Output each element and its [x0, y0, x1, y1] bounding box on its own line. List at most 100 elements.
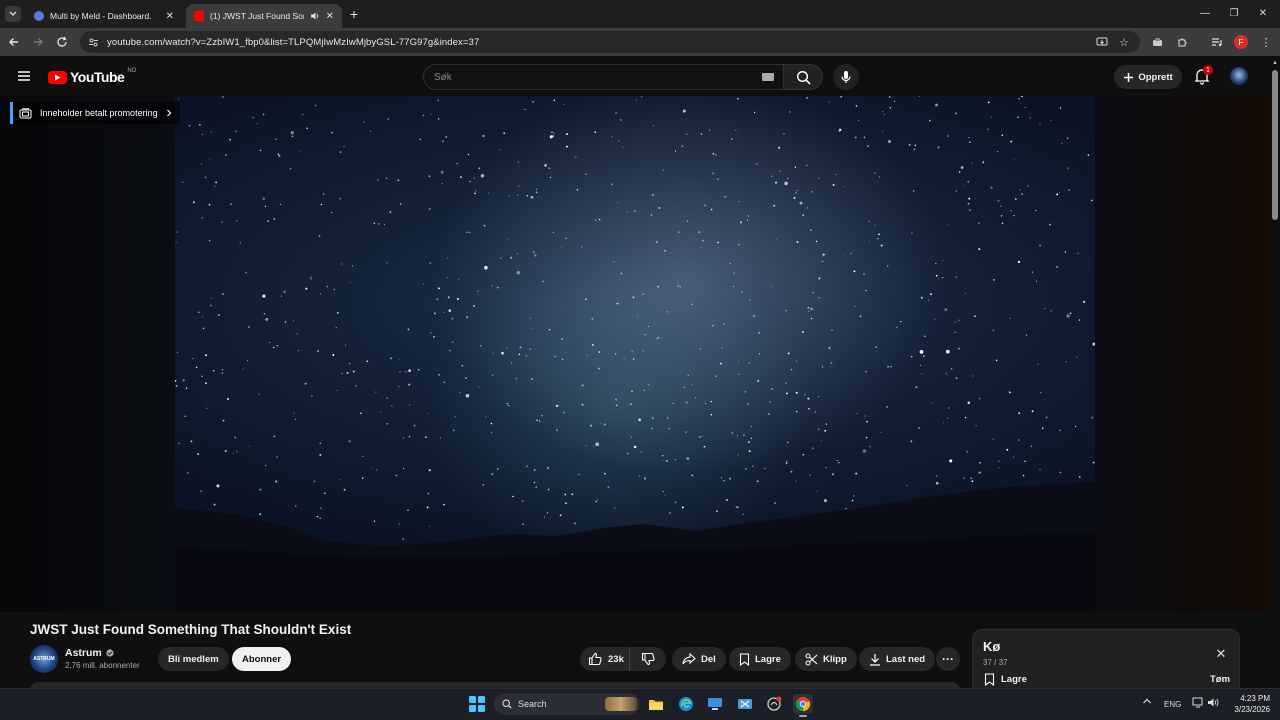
bookmark-star-icon[interactable]: ☆: [1116, 34, 1132, 50]
remote-desktop-icon[interactable]: [705, 694, 725, 714]
close-tab-icon[interactable]: ✕: [326, 11, 334, 22]
queue-save-button[interactable]: Lagre: [984, 673, 1027, 686]
logo-wordmark: YouTube: [70, 69, 125, 85]
queue-title: Kø: [983, 639, 1001, 654]
file-explorer-icon[interactable]: [646, 694, 666, 714]
channel-name[interactable]: Astrum: [65, 647, 114, 659]
create-button[interactable]: Opprett: [1114, 65, 1182, 89]
search-placeholder: Søk: [434, 71, 452, 83]
close-tab-icon[interactable]: ✕: [166, 11, 174, 22]
windows-taskbar: [0, 688, 1280, 720]
thumbs-up-icon: [588, 652, 602, 666]
share-button[interactable]: Del: [672, 647, 726, 671]
taskbar-search[interactable]: Search: [494, 693, 640, 715]
arrow-left-icon: [9, 38, 18, 46]
clip-label: Klipp: [823, 653, 847, 665]
download-button[interactable]: Last ned: [859, 647, 936, 671]
share-arrow-icon: [682, 653, 696, 665]
paid-promotion-icon: [19, 107, 32, 118]
subscribe-button[interactable]: Abonner: [232, 647, 292, 671]
reload-icon: [57, 36, 67, 47]
media-controls-icon[interactable]: [1209, 34, 1225, 50]
paid-promotion-notice[interactable]: Inneholder betalt promotering: [10, 102, 180, 124]
keyboard-language[interactable]: ENG: [1164, 700, 1181, 709]
search-highlight-image: [605, 697, 637, 711]
ambient-glow-right: [1095, 96, 1270, 612]
reload-button[interactable]: [54, 34, 70, 50]
like-count: 23k: [608, 653, 624, 665]
youtube-logo[interactable]: YouTube NO: [48, 68, 136, 85]
ambient-glow-left: [0, 96, 175, 612]
channel-avatar[interactable]: ASTRUM: [30, 645, 58, 673]
browser-tab-meld[interactable]: Multi by Meld - Dashboard. ✕: [26, 4, 182, 28]
back-button[interactable]: [6, 34, 22, 50]
starfield-image: [175, 96, 1095, 612]
account-avatar[interactable]: [1230, 67, 1248, 85]
show-hidden-icons-icon[interactable]: [1142, 697, 1152, 705]
clock-time: 4:23 PM: [1240, 694, 1270, 703]
network-icon[interactable]: [1192, 697, 1204, 708]
arrow-right-icon: [34, 38, 43, 46]
voice-search-button[interactable]: [833, 64, 859, 90]
restore-button[interactable]: ❐: [1223, 4, 1245, 22]
scrollbar-thumb[interactable]: [1272, 70, 1278, 220]
search-input[interactable]: Søk: [423, 64, 787, 90]
app-icon-with-badge[interactable]: [764, 694, 784, 714]
volume-icon[interactable]: [1207, 697, 1220, 708]
address-bar[interactable]: youtube.com/watch?v=ZzbIW1_fbp0&list=TLP…: [80, 31, 1140, 53]
video-frame[interactable]: [175, 96, 1095, 612]
snipping-tool-icon[interactable]: [735, 694, 755, 714]
video-title: JWST Just Found Something That Shouldn't…: [30, 622, 352, 637]
verified-check-icon: [106, 649, 114, 657]
join-button[interactable]: Bli medlem: [158, 647, 229, 671]
save-button[interactable]: Lagre: [729, 647, 791, 671]
notification-badge: 1: [1203, 65, 1213, 75]
more-actions-icon[interactable]: ···: [936, 647, 960, 671]
chrome-browser-icon[interactable]: [793, 694, 813, 717]
search-icon: [502, 699, 512, 709]
site-info-icon[interactable]: [88, 37, 99, 48]
like-button[interactable]: 23k: [580, 647, 630, 671]
close-window-button[interactable]: ✕: [1252, 4, 1274, 22]
plus-icon: [1124, 72, 1134, 82]
profile-avatar[interactable]: F: [1234, 35, 1248, 49]
queue-save-label: Lagre: [1001, 674, 1027, 685]
thumbs-down-icon: [641, 652, 655, 666]
search-icon: [796, 70, 811, 85]
subscribe-label: Abonner: [242, 653, 282, 665]
speaker-icon[interactable]: [310, 11, 320, 21]
tab-title: Multi by Meld - Dashboard.: [50, 11, 152, 21]
edge-browser-icon[interactable]: [676, 694, 696, 714]
queue-clear-button[interactable]: Tøm: [1210, 674, 1230, 685]
minimize-button[interactable]: —: [1194, 4, 1216, 22]
system-clock[interactable]: 4:23 PM 3/23/2026: [1226, 693, 1270, 715]
download-label: Last ned: [886, 653, 926, 665]
browser-tab-youtube[interactable]: (1) JWST Just Found Something That Shoul…: [186, 4, 342, 28]
keyboard-icon[interactable]: [762, 73, 774, 81]
windows-start-icon[interactable]: [469, 696, 485, 712]
tab-list-button[interactable]: [5, 6, 21, 22]
dislike-button[interactable]: [630, 647, 666, 671]
clip-button[interactable]: Klipp: [795, 647, 857, 671]
chevron-right-icon: [166, 109, 171, 117]
new-tab-button[interactable]: +: [346, 6, 362, 22]
close-queue-icon[interactable]: ✕: [1213, 646, 1229, 662]
video-player[interactable]: Inneholder betalt promotering: [0, 96, 1270, 612]
browser-menu-icon[interactable]: ⋮: [1258, 34, 1274, 50]
browser-toolbar: youtube.com/watch?v=ZzbIW1_fbp0&list=TLP…: [0, 28, 1280, 56]
hamburger-menu-icon[interactable]: [14, 66, 34, 86]
install-app-icon[interactable]: [1094, 34, 1110, 50]
paid-promotion-label: Inneholder betalt promotering: [40, 108, 158, 118]
tab-title: (1) JWST Just Found Something That Shoul…: [210, 11, 304, 21]
forward-button[interactable]: [30, 34, 46, 50]
extension-meld-icon[interactable]: [1149, 34, 1165, 50]
url-text: youtube.com/watch?v=ZzbIW1_fbp0&list=TLP…: [107, 36, 480, 48]
create-label: Opprett: [1138, 71, 1173, 83]
channel-name-text: Astrum: [65, 647, 102, 659]
scroll-up-arrow-icon[interactable]: ▲: [1272, 60, 1278, 66]
meld-favicon-icon: [34, 11, 44, 21]
microphone-icon: [841, 71, 851, 83]
search-button[interactable]: [783, 64, 823, 90]
scissors-icon: [805, 653, 818, 665]
extensions-puzzle-icon[interactable]: [1174, 34, 1190, 50]
